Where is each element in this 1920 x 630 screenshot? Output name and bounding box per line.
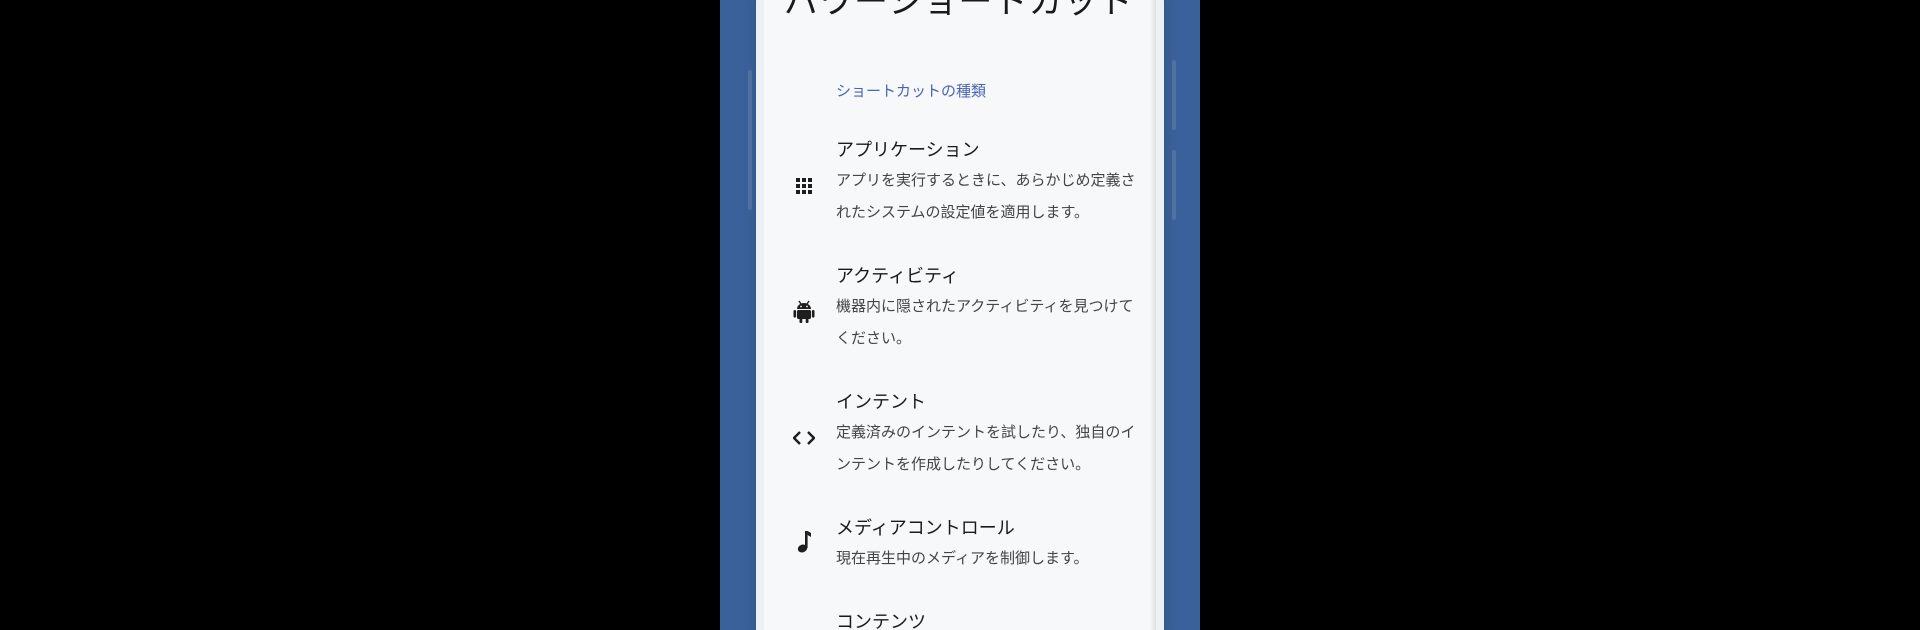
phone-frame: パワーショートカット ショートカットの種類 アプリケーション アプリを実行すると… bbox=[720, 0, 1200, 630]
page-title: パワーショートカット bbox=[784, 0, 1134, 22]
frame-ridge-left bbox=[748, 70, 752, 210]
item-title: アプリケーション bbox=[836, 140, 980, 161]
item-title: インテント bbox=[836, 392, 926, 413]
section-header: ショートカットの種類 bbox=[836, 82, 987, 100]
android-icon bbox=[792, 300, 816, 324]
shortcut-type-application[interactable]: アプリケーション アプリを実行するときに、あらかじめ定義されたシステムの設定値を… bbox=[764, 136, 1156, 236]
shortcut-type-activity[interactable]: アクティビティ 機器内に隠されたアクティビティを見つけてください。 bbox=[764, 262, 1156, 362]
item-title: メディアコントロール bbox=[836, 518, 1015, 539]
video-stage: パワーショートカット ショートカットの種類 アプリケーション アプリを実行すると… bbox=[0, 0, 1920, 630]
item-description: 定義済みのインテントを試したり、独自のインテントを作成したりしてください。 bbox=[836, 423, 1136, 473]
item-title: アクティビティ bbox=[836, 266, 959, 287]
item-title: コンテンツ bbox=[836, 612, 926, 630]
shortcut-type-media-control[interactable]: メディアコントロール 現在再生中のメディアを制御します。 bbox=[764, 514, 1156, 584]
code-icon bbox=[792, 426, 816, 450]
frame-ridge-right-bottom bbox=[1172, 150, 1176, 220]
shortcut-type-intent[interactable]: インテント 定義済みのインテントを試したり、独自のインテントを作成したりしてくだ… bbox=[764, 388, 1156, 488]
item-description: 機器内に隠されたアクティビティを見つけてください。 bbox=[836, 297, 1134, 347]
shortcut-type-content[interactable]: コンテンツ bbox=[764, 608, 1156, 630]
app-screen: パワーショートカット ショートカットの種類 アプリケーション アプリを実行すると… bbox=[764, 0, 1156, 630]
frame-ridge-right-top bbox=[1172, 60, 1176, 130]
music-note-icon bbox=[792, 530, 816, 554]
apps-grid-icon bbox=[792, 174, 816, 198]
item-description: 現在再生中のメディアを制御します。 bbox=[836, 549, 1089, 567]
item-description: アプリを実行するときに、あらかじめ定義されたシステムの設定値を適用します。 bbox=[836, 171, 1136, 221]
